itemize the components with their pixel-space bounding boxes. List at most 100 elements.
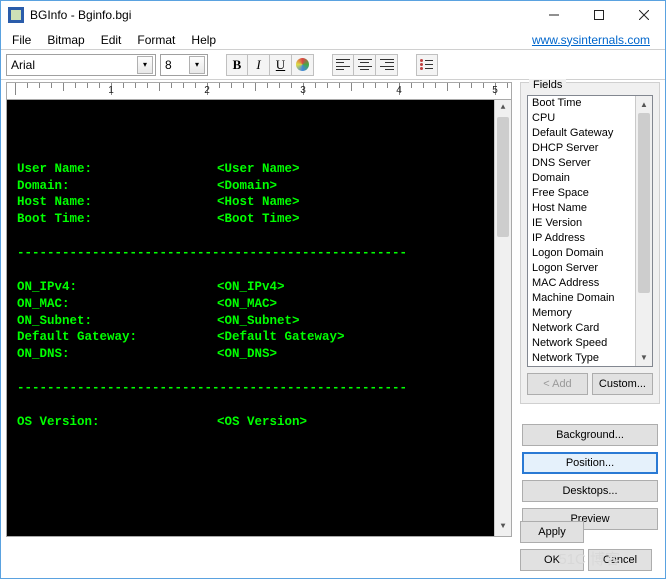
font-size-value: 8 bbox=[165, 58, 172, 72]
field-label: Default Gateway: bbox=[17, 329, 217, 346]
field-value: <Host Name> bbox=[217, 194, 300, 211]
fields-list-item[interactable]: Free Space bbox=[530, 186, 650, 201]
desktops-button[interactable]: Desktops... bbox=[522, 480, 658, 502]
title-bar: BGInfo - Bginfo.bgi bbox=[0, 0, 666, 30]
align-center-icon bbox=[358, 59, 372, 71]
menu-edit[interactable]: Edit bbox=[93, 31, 130, 49]
side-buttons: Background... Position... Desktops... Pr… bbox=[520, 418, 660, 530]
editor-row: OS Version:<OS Version> bbox=[17, 414, 501, 431]
editor-row: Domain:<Domain> bbox=[17, 178, 501, 195]
editor-row: ON_IPv4:<ON_IPv4> bbox=[17, 279, 501, 296]
field-value: <Default Gateway> bbox=[217, 329, 345, 346]
editor-row: User Name:<User Name> bbox=[17, 161, 501, 178]
field-value: <OS Version> bbox=[217, 414, 307, 431]
field-value: <ON_DNS> bbox=[217, 346, 277, 363]
fields-list-item[interactable]: DHCP Server bbox=[530, 141, 650, 156]
background-button[interactable]: Background... bbox=[522, 424, 658, 446]
scroll-up-icon[interactable]: ▲ bbox=[495, 100, 511, 117]
field-value: <ON_IPv4> bbox=[217, 279, 285, 296]
scroll-down-icon[interactable]: ▼ bbox=[495, 519, 511, 536]
sysinternals-link[interactable]: www.sysinternals.com bbox=[532, 33, 662, 47]
cancel-button[interactable]: Cancel bbox=[588, 549, 652, 571]
main-area: 12345 User Name:<User Name>Domain:<Domai… bbox=[6, 82, 660, 537]
close-button[interactable] bbox=[621, 0, 666, 30]
scroll-thumb[interactable] bbox=[497, 117, 509, 237]
field-value: <ON_MAC> bbox=[217, 296, 277, 313]
fields-list-item[interactable]: IP Address bbox=[530, 231, 650, 246]
menu-file[interactable]: File bbox=[4, 31, 39, 49]
fields-list-item[interactable]: Machine Domain bbox=[530, 291, 650, 306]
fields-list-item[interactable]: CPU bbox=[530, 111, 650, 126]
fields-list-item[interactable]: Logon Server bbox=[530, 261, 650, 276]
menu-bitmap[interactable]: Bitmap bbox=[39, 31, 92, 49]
editor-row: Boot Time:<Boot Time> bbox=[17, 211, 501, 228]
fields-list-item[interactable]: Logon Domain bbox=[530, 246, 650, 261]
divider-line: ----------------------------------------… bbox=[17, 245, 501, 262]
chevron-down-icon[interactable]: ▾ bbox=[189, 56, 205, 74]
divider-line: ----------------------------------------… bbox=[17, 380, 501, 397]
fields-list-item[interactable]: IE Version bbox=[530, 216, 650, 231]
bullets-icon bbox=[420, 59, 434, 71]
fields-list-item[interactable]: Domain bbox=[530, 171, 650, 186]
apply-button[interactable]: Apply bbox=[520, 521, 584, 543]
align-left-button[interactable] bbox=[332, 54, 354, 76]
field-label: ON_MAC: bbox=[17, 296, 217, 313]
palette-icon bbox=[296, 58, 309, 71]
editor-row: Default Gateway:<Default Gateway> bbox=[17, 329, 501, 346]
scroll-up-icon[interactable]: ▲ bbox=[638, 96, 650, 113]
add-button[interactable]: < Add bbox=[527, 373, 588, 395]
custom-button[interactable]: Custom... bbox=[592, 373, 653, 395]
chevron-down-icon[interactable]: ▾ bbox=[137, 56, 153, 74]
fields-list-item[interactable]: Network Type bbox=[530, 351, 650, 366]
font-select[interactable]: Arial ▾ bbox=[6, 54, 156, 76]
align-right-button[interactable] bbox=[376, 54, 398, 76]
italic-button[interactable]: I bbox=[248, 54, 270, 76]
align-center-button[interactable] bbox=[354, 54, 376, 76]
field-label: ON_Subnet: bbox=[17, 313, 217, 330]
field-value: <Boot Time> bbox=[217, 211, 300, 228]
editor-row: ON_DNS:<ON_DNS> bbox=[17, 346, 501, 363]
fields-listbox[interactable]: Boot TimeCPUDefault GatewayDHCP ServerDN… bbox=[527, 95, 653, 367]
bold-button[interactable]: B bbox=[226, 54, 248, 76]
window-title: BGInfo - Bginfo.bgi bbox=[30, 8, 131, 22]
field-label: OS Version: bbox=[17, 414, 217, 431]
fields-list-item[interactable]: Network Speed bbox=[530, 336, 650, 351]
menu-help[interactable]: Help bbox=[183, 31, 224, 49]
menu-bar: File Bitmap Edit Format Help www.sysinte… bbox=[0, 30, 666, 50]
menu-format[interactable]: Format bbox=[129, 31, 183, 49]
field-value: <Domain> bbox=[217, 178, 277, 195]
field-label: Host Name: bbox=[17, 194, 217, 211]
fields-list-item[interactable]: Network Card bbox=[530, 321, 650, 336]
align-right-icon bbox=[380, 59, 394, 71]
font-size-select[interactable]: 8 ▾ bbox=[160, 54, 208, 76]
maximize-button[interactable] bbox=[576, 0, 621, 30]
template-editor[interactable]: User Name:<User Name>Domain:<Domain>Host… bbox=[6, 100, 512, 537]
scroll-thumb[interactable] bbox=[638, 113, 650, 293]
editor-row: ON_Subnet:<ON_Subnet> bbox=[17, 313, 501, 330]
align-left-icon bbox=[336, 59, 350, 71]
font-select-value: Arial bbox=[11, 58, 35, 72]
ok-button[interactable]: OK bbox=[520, 549, 584, 571]
fields-list-item[interactable]: DNS Server bbox=[530, 156, 650, 171]
field-label: Domain: bbox=[17, 178, 217, 195]
fields-title: Fields bbox=[529, 79, 566, 91]
underline-button[interactable]: U bbox=[270, 54, 292, 76]
editor-scrollbar[interactable]: ▲ ▼ bbox=[494, 100, 511, 536]
app-icon bbox=[8, 7, 24, 23]
fields-list-item[interactable]: Host Name bbox=[530, 201, 650, 216]
fields-list-item[interactable]: Memory bbox=[530, 306, 650, 321]
position-button[interactable]: Position... bbox=[522, 452, 658, 474]
color-button[interactable] bbox=[292, 54, 314, 76]
dialog-buttons: Apply OK Cancel bbox=[520, 521, 660, 571]
editor-row: Host Name:<Host Name> bbox=[17, 194, 501, 211]
fields-scrollbar[interactable]: ▲ ▼ bbox=[635, 96, 652, 366]
scroll-down-icon[interactable]: ▼ bbox=[636, 349, 652, 366]
field-label: User Name: bbox=[17, 161, 217, 178]
format-toolbar: Arial ▾ 8 ▾ B I U bbox=[0, 50, 666, 80]
bullets-button[interactable] bbox=[416, 54, 438, 76]
side-panel: Fields Boot TimeCPUDefault GatewayDHCP S… bbox=[520, 82, 660, 537]
fields-list-item[interactable]: Boot Time bbox=[530, 96, 650, 111]
minimize-button[interactable] bbox=[531, 0, 576, 30]
fields-list-item[interactable]: Default Gateway bbox=[530, 126, 650, 141]
fields-list-item[interactable]: MAC Address bbox=[530, 276, 650, 291]
